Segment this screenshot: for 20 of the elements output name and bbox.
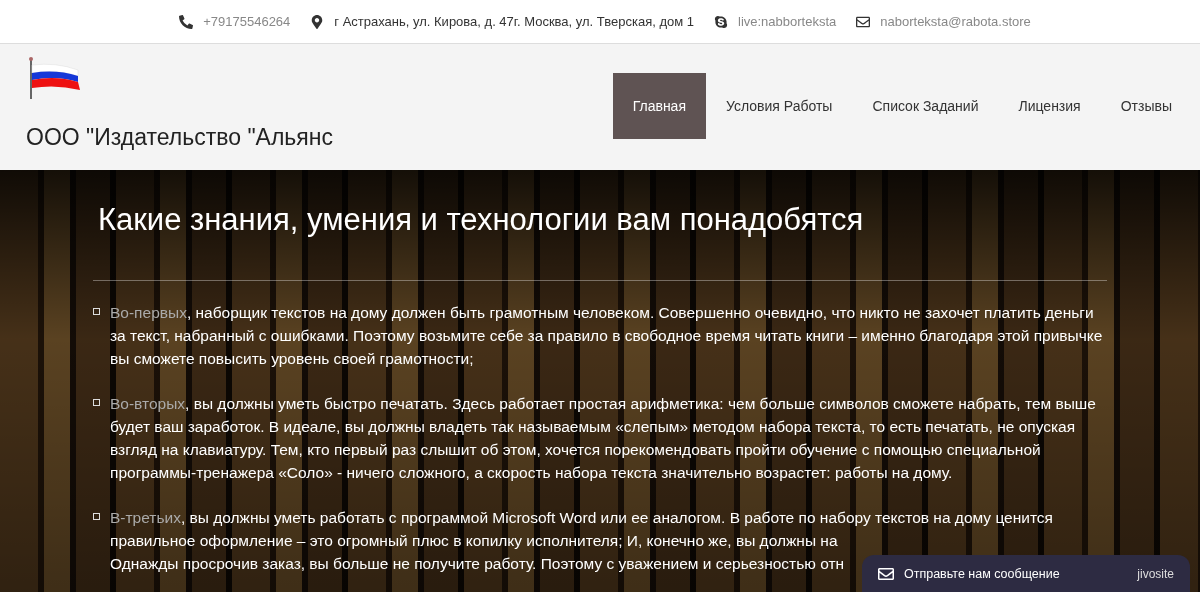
paragraph-link[interactable]: Во-первых (110, 304, 187, 321)
chat-widget[interactable]: Отправьте нам сообщение jivosite (862, 555, 1190, 592)
nav-item[interactable]: Лицензия (998, 73, 1101, 139)
chat-label: Отправьте нам сообщение (904, 566, 1061, 581)
article-paragraph: Во-первых, наборщик текстов на дому должен быть грамотным человеком. Совершенно очевидно, что никто не захочет платить деньги за текст, набранный с ошибками. Поэтому возьмите себе за правило в свободное время читать книги – именно благодаря этой привычке вы сможете повысить уровень своей грамотности; (110, 303, 1104, 369)
chat-brand: jivosite (1137, 566, 1174, 581)
article-paragraph: Однажды просрочив заказ, вы больше не получите работу. Поэтому с уважением и серьезностью отн (110, 554, 845, 574)
article-paragraph: Во-вторых, вы должны уметь быстро печатать. Здесь работает простая арифметика: чем больше символов сможете набрать, тем выше будет ваш заработок. В идеале, вы должны владеть так называемым «слепым» методом набора текста, то есть печатать, не опуская взгляд на клавиатуру. Тем, кто первый раз слышит об этом, хочется порекомендовать пройти обучение с помощью специальной программы-тренажера «Соло» - ничего сложного, а скорость набора текста значительно возрастет: работы на дому. (110, 394, 1097, 483)
nav-item[interactable]: Отзывы (1100, 73, 1192, 139)
contact-text: г Астрахань, ул. Кирова, д. 47г. Москва, ул. Тверская, дом 1 (334, 14, 694, 29)
contact-text[interactable]: +79175546264 (203, 14, 291, 29)
contact-text[interactable]: live:nabborteksta (738, 14, 837, 29)
article-title: Какие знания, умения и технологии вам понадобятся (98, 202, 865, 238)
nav-item[interactable]: Список Заданий (852, 73, 999, 139)
article-paragraph: В-третьих, вы должны уметь работать с программой Microsoft Word или ее аналогом. В работе по набору текстов на дому ценится правильное оформление – это огромный плюс в копилку исполнителя; И, конечно же, вы должны на (110, 508, 1055, 551)
company-name: ООО "Издательство "Альянс (26, 124, 333, 151)
nav-item[interactable]: Условия Работы (706, 73, 853, 139)
paragraph-link[interactable]: В-третьих (110, 509, 181, 526)
nav-item[interactable]: Главная (612, 73, 706, 139)
contact-text[interactable]: naborteksta@rabota.store (880, 14, 1031, 29)
